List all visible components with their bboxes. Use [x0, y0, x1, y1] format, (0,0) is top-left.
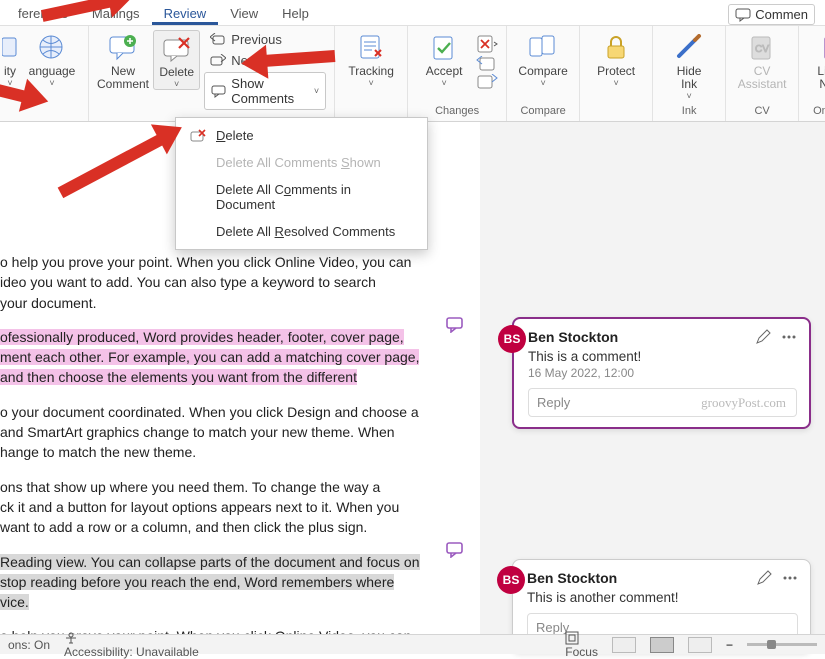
- next-icon: [210, 54, 226, 68]
- comment-author: Ben Stockton: [527, 570, 617, 586]
- tab-review[interactable]: Review: [152, 2, 219, 25]
- status-left: ons: On: [8, 638, 50, 652]
- protect-button[interactable]: Protect˅: [588, 30, 644, 88]
- group-onenote-label: OneNote: [813, 105, 825, 119]
- accessibility-status[interactable]: Accessibility: Unavailable: [64, 631, 199, 659]
- svg-text:CV: CV: [755, 44, 769, 55]
- comment-icon: [735, 8, 751, 22]
- tab-view[interactable]: View: [218, 2, 270, 25]
- more-icon[interactable]: [781, 329, 797, 345]
- zoom-slider[interactable]: [747, 643, 817, 646]
- delete-icon: [190, 129, 206, 143]
- previous-icon: [210, 33, 226, 47]
- delete-menu-all-resolved[interactable]: Delete All Resolved Comments: [176, 218, 427, 245]
- edit-icon[interactable]: [756, 570, 772, 586]
- comment-card[interactable]: BS Ben Stockton This is a comment! 16 Ma…: [512, 317, 811, 429]
- edit-icon[interactable]: [755, 329, 771, 345]
- comment-text: This is another comment!: [527, 590, 798, 605]
- focus-mode-button[interactable]: Focus: [565, 631, 598, 659]
- accept-button[interactable]: Accept˅: [416, 30, 472, 88]
- comment-text: This is a comment!: [528, 349, 797, 364]
- new-comment-button[interactable]: NewComment: [97, 30, 149, 91]
- comment-anchor-icon[interactable]: [446, 542, 464, 558]
- comment-author: Ben Stockton: [528, 329, 618, 345]
- compare-button[interactable]: Compare˅: [515, 30, 571, 88]
- comments-pane-toggle[interactable]: Commen: [728, 4, 815, 25]
- more-icon[interactable]: [782, 570, 798, 586]
- reject-button[interactable]: [476, 34, 498, 54]
- zoom-out-icon[interactable]: −: [726, 638, 733, 652]
- comments-pane: BS Ben Stockton This is a comment! 16 Ma…: [480, 122, 825, 634]
- view-print-button[interactable]: [650, 637, 674, 653]
- delete-menu-all-doc[interactable]: Delete All Comments in Document: [176, 176, 427, 218]
- cv-assistant-button: CV CVAssistant: [734, 30, 790, 91]
- delete-dropdown: Delete Delete All Comments Shown Delete …: [175, 117, 428, 250]
- delete-menu-delete[interactable]: Delete: [176, 122, 427, 149]
- comments-pane-label: Commen: [755, 7, 808, 22]
- view-web-button[interactable]: [688, 637, 712, 653]
- group-compare-label: Compare: [520, 105, 565, 119]
- comment-timestamp: 16 May 2022, 12:00: [528, 366, 797, 380]
- reply-input[interactable]: Reply groovyPost.com: [528, 388, 797, 417]
- comment-gutter: [430, 122, 480, 634]
- view-read-button[interactable]: [612, 637, 636, 653]
- ribbon: ity˅ anguage˅ NewComment Delete˅ Prev: [0, 26, 825, 122]
- group-changes-label: Changes: [435, 105, 479, 119]
- group-ink-label: Ink: [682, 105, 697, 119]
- avatar: BS: [498, 325, 526, 353]
- comment-icon: [211, 85, 226, 98]
- tracking-button[interactable]: Tracking˅: [343, 30, 399, 88]
- delete-menu-all-shown: Delete All Comments Shown: [176, 149, 427, 176]
- comment-anchor-icon[interactable]: [446, 317, 464, 333]
- status-bar: ons: On Accessibility: Unavailable Focus…: [0, 634, 825, 654]
- chevron-down-icon: ˅: [314, 86, 319, 96]
- tab-help[interactable]: Help: [270, 2, 321, 25]
- group-cv-label: CV: [754, 105, 769, 119]
- annotation-arrow: [239, 40, 336, 81]
- prev-change-button[interactable]: [476, 56, 498, 72]
- avatar: BS: [497, 566, 525, 594]
- hide-ink-button[interactable]: HideInk˅: [661, 30, 717, 101]
- next-change-button[interactable]: [476, 74, 498, 90]
- watermark: groovyPost.com: [701, 395, 786, 411]
- linked-notes-button[interactable]: N LinkedNotes: [807, 30, 825, 91]
- delete-comment-button[interactable]: Delete˅: [153, 30, 200, 90]
